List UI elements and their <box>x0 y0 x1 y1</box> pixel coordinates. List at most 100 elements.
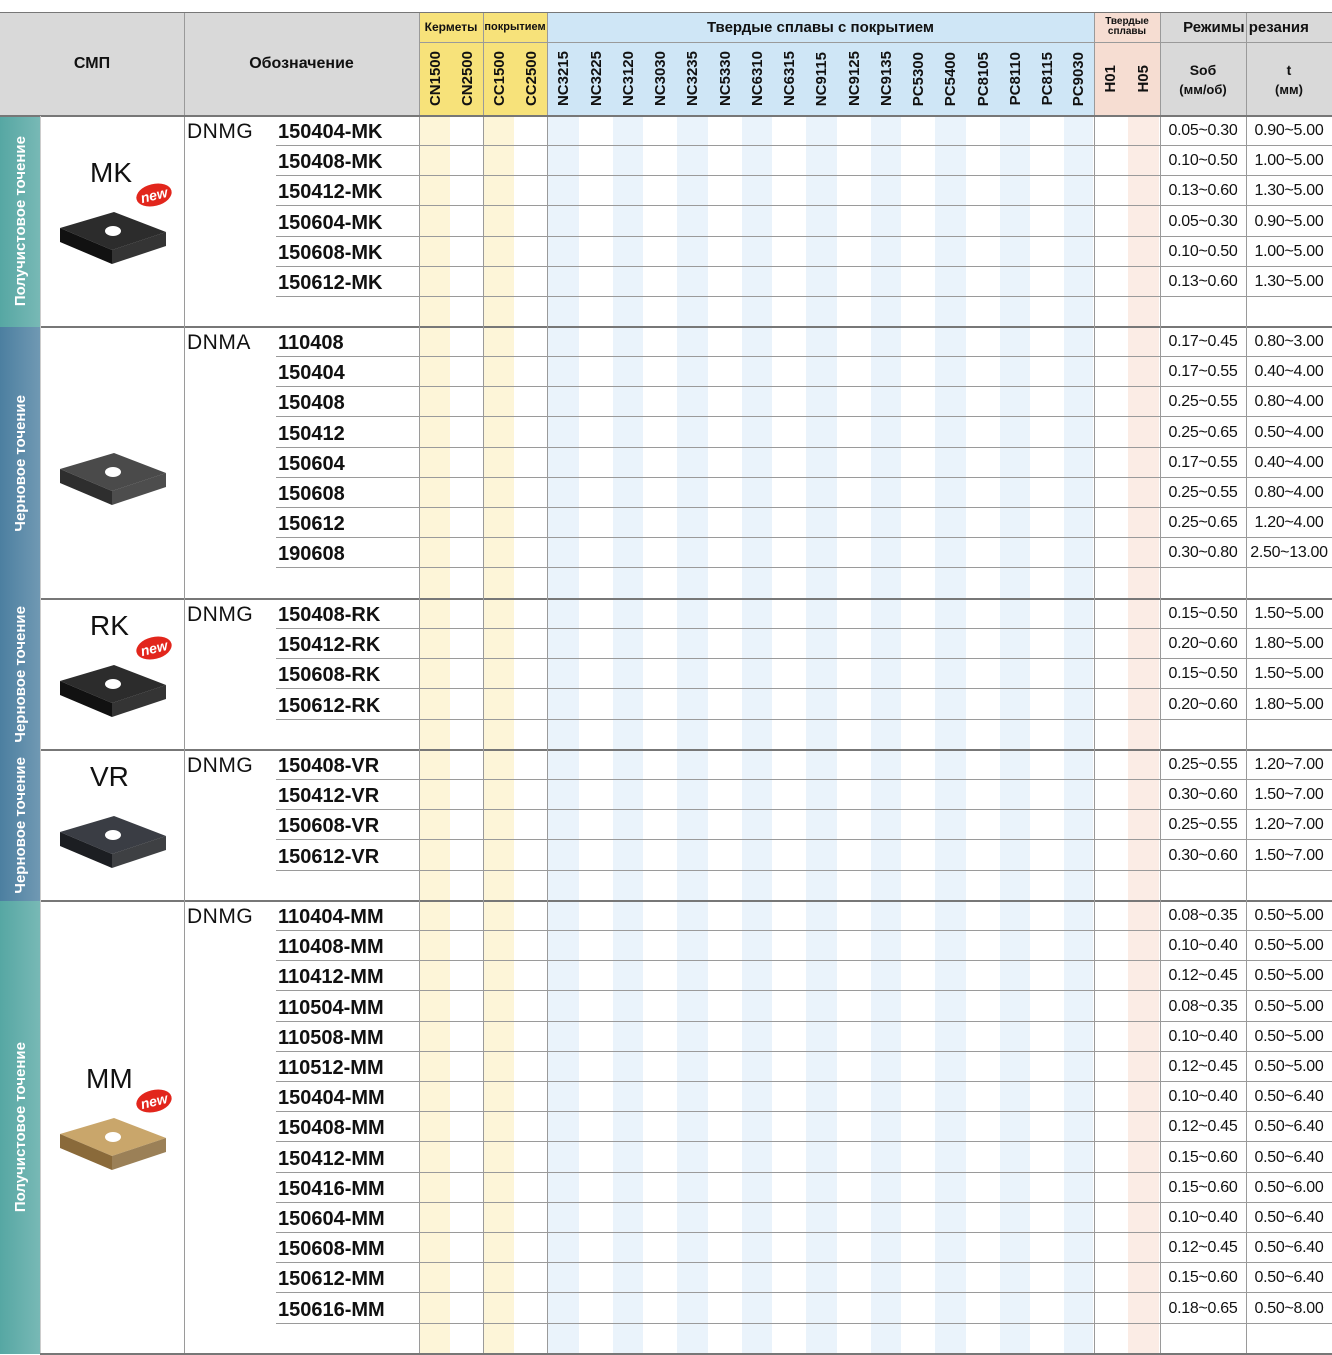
grade-header-label: NC3215 <box>555 51 572 107</box>
grade-header-pc8115: PC8115 <box>1031 42 1063 116</box>
grid-line <box>276 477 1332 478</box>
feed-value: 0.30~0.60 <box>1168 847 1238 864</box>
header-group-coated-label: покрытием <box>484 21 546 33</box>
section-label-band: Получистовое точение <box>0 116 40 327</box>
depth-value: 0.50~5.00 <box>1254 1028 1324 1045</box>
header-feed: Sоб (мм/об) <box>1160 42 1246 116</box>
grade-header-h01: H01 <box>1094 42 1127 116</box>
chipbreaker-code: MM <box>86 1062 133 1094</box>
grid-line <box>276 1292 1332 1293</box>
grid-line <box>276 779 1332 780</box>
series-prefix: DNMA <box>187 331 251 354</box>
feed-value: 0.17~0.55 <box>1168 454 1238 471</box>
feed-value: 0.12~0.45 <box>1168 1118 1238 1135</box>
feed-value: 0.25~0.55 <box>1168 393 1238 410</box>
catalog-code: 150608 <box>278 483 345 505</box>
feed-value: 0.10~0.40 <box>1168 1088 1238 1105</box>
section-label: Получистовое точение <box>11 1042 29 1213</box>
depth-value: 0.40~4.00 <box>1254 363 1324 380</box>
grid-line <box>276 507 1332 508</box>
header-group-cermets-label: Керметы <box>424 20 478 34</box>
grid-line <box>184 12 185 1353</box>
catalog-code: 150612-MM <box>278 1268 385 1290</box>
grade-header-nc9125: NC9125 <box>838 42 870 116</box>
series-prefix: DNMG <box>187 905 254 928</box>
feed-value: 0.10~0.50 <box>1168 152 1238 169</box>
grade-header-pc8110: PC8110 <box>999 42 1031 116</box>
grid-line <box>276 236 1332 237</box>
feed-value: 0.15~0.60 <box>1168 1179 1238 1196</box>
grid-line <box>276 1262 1332 1263</box>
grade-header-label: NC3030 <box>651 51 669 107</box>
depth-value: 1.50~5.00 <box>1254 605 1324 622</box>
grid-line <box>276 296 1332 297</box>
catalog-code: 110508-MM <box>278 1027 384 1049</box>
grade-header-nc6315: NC6315 <box>773 42 805 116</box>
grid-line <box>0 12 1332 13</box>
grid-line <box>40 326 1332 328</box>
feed-value: 0.12~0.45 <box>1168 1239 1238 1256</box>
header-group-cermets: Керметы <box>419 12 483 42</box>
header-smp-label: СМП <box>73 55 111 72</box>
catalog-code: 150604 <box>278 453 345 475</box>
grade-header-label: PC5300 <box>909 51 927 107</box>
feed-value: 0.08~0.35 <box>1168 907 1238 924</box>
catalog-code: 150612-MK <box>278 272 383 294</box>
grid-line <box>276 930 1332 931</box>
header-group-carbides: Твердые сплавы <box>1094 12 1160 42</box>
grid-line <box>419 12 420 1353</box>
catalog-code: 150412-MM <box>278 1148 385 1170</box>
depth-value: 0.50~6.40 <box>1254 1088 1324 1105</box>
grid-line <box>276 1141 1332 1142</box>
grade-column-shade <box>484 116 514 1353</box>
section-label: Черновое точение <box>11 606 29 743</box>
chipbreaker-code: VR <box>90 760 129 792</box>
depth-value: 2.50~13.00 <box>1250 544 1328 561</box>
grade-header-label: PC8110 <box>1006 52 1024 106</box>
catalog-code: 150612-RK <box>278 695 381 717</box>
grade-header-label: PC8105 <box>974 51 992 107</box>
grid-line <box>276 1232 1332 1233</box>
grade-header-nc3030: NC3030 <box>644 42 676 116</box>
grid-line <box>276 1081 1332 1082</box>
catalog-code: 150416-MM <box>278 1178 385 1200</box>
grade-header-cn1500: CN1500 <box>419 42 451 116</box>
grade-column-shade <box>420 116 450 1353</box>
catalog-code: 150408-RK <box>278 604 381 626</box>
feed-value: 0.25~0.55 <box>1168 484 1238 501</box>
grid-line <box>276 175 1332 176</box>
header-designation: Обозначение <box>184 12 419 116</box>
feed-value: 0.13~0.60 <box>1168 182 1238 199</box>
grid-line <box>1160 12 1161 1353</box>
feed-value: 0.25~0.65 <box>1168 514 1238 531</box>
feed-value: 0.30~0.60 <box>1168 786 1238 803</box>
catalog-code: 150616-MM <box>278 1299 385 1321</box>
grid-line <box>0 115 1332 117</box>
depth-value: 0.50~6.00 <box>1254 1179 1324 1196</box>
grade-column-shade <box>935 116 966 1353</box>
series-prefix: DNMG <box>187 754 254 777</box>
feed-value: 0.10~0.40 <box>1168 937 1238 954</box>
grade-header-label: NC3120 <box>619 51 637 107</box>
depth-value: 1.50~5.00 <box>1254 665 1324 682</box>
depth-value: 1.00~5.00 <box>1254 243 1324 260</box>
catalog-code: 150612-VR <box>278 846 380 868</box>
depth-value: 1.20~4.00 <box>1254 514 1324 531</box>
feed-value: 0.15~0.50 <box>1168 665 1238 682</box>
feed-value: 0.20~0.60 <box>1168 635 1238 652</box>
catalog-code: 110408-MM <box>278 936 384 958</box>
header-feed-label: Sоб <box>1189 61 1217 78</box>
depth-value: 0.50~6.40 <box>1254 1118 1324 1135</box>
grade-header-label: PC9030 <box>1070 51 1087 107</box>
grade-header-nc3225: NC3225 <box>580 42 612 116</box>
feed-value: 0.12~0.45 <box>1168 967 1238 984</box>
feed-value: 0.15~0.60 <box>1168 1149 1238 1166</box>
grid-line <box>276 1051 1332 1052</box>
grade-header-cc1500: CC1500 <box>483 42 515 116</box>
grid-line <box>276 628 1332 629</box>
header-designation-label: Обозначение <box>249 55 354 72</box>
header-group-coated: покрытием <box>483 12 547 42</box>
grade-column-shade <box>548 116 579 1353</box>
catalog-code: 150408-MM <box>278 1117 385 1139</box>
feed-value: 0.17~0.45 <box>1168 333 1238 350</box>
